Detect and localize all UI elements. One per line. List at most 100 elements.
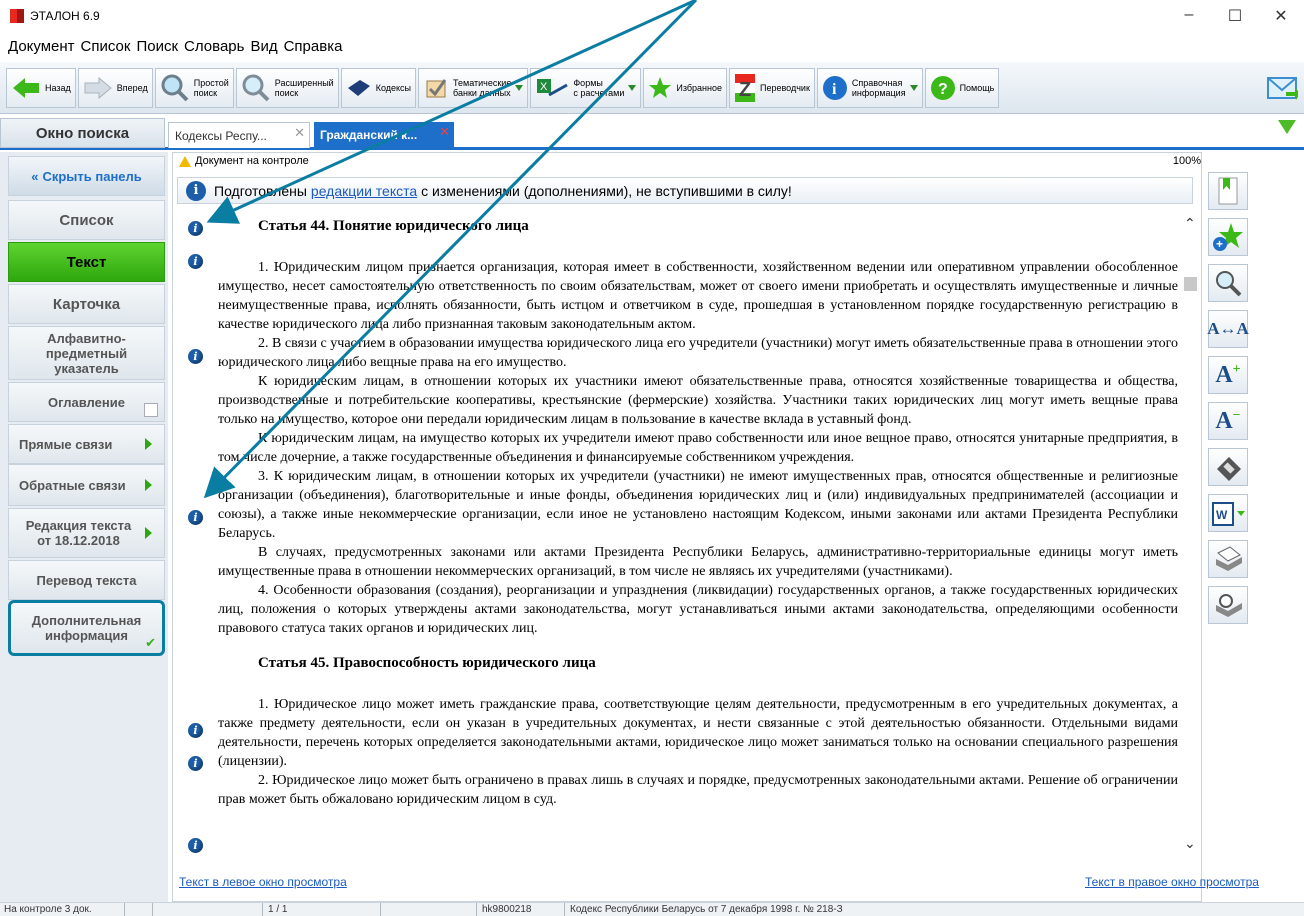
svg-text:i: i xyxy=(832,81,837,98)
menu-list[interactable]: Список xyxy=(81,38,131,55)
menu-search[interactable]: Поиск xyxy=(136,38,178,55)
back-button[interactable]: Назад xyxy=(6,67,76,108)
paragraph: В случаях, предусмотренных законами или … xyxy=(218,545,1178,579)
info-marker-icon[interactable]: i xyxy=(188,221,203,236)
vertical-scrollbar[interactable]: ⌃ ⌄ xyxy=(1181,215,1199,855)
info-marker-icon[interactable]: i xyxy=(188,510,203,525)
tab-codes[interactable]: Кодексы Респу... ✕ xyxy=(168,122,310,148)
bookmark-button[interactable] xyxy=(1208,172,1248,210)
translator-button[interactable]: Z Переводчик xyxy=(729,67,815,108)
thematic-banks-button[interactable]: Тематические банки данных xyxy=(418,67,529,108)
arrow-left-icon xyxy=(13,77,39,98)
search-window-tab[interactable]: Окно поиска xyxy=(0,118,165,148)
maximize-button[interactable]: ☐ xyxy=(1212,6,1258,26)
help-button[interactable]: ? Помощь xyxy=(924,67,1000,108)
print-button[interactable] xyxy=(1208,540,1248,578)
info-marker-icon[interactable]: i xyxy=(188,349,203,364)
tab-civil-code[interactable]: Гражданский к... ✕ xyxy=(314,122,454,148)
dropdown-arrow-icon[interactable] xyxy=(628,84,637,91)
zoom-level: 100% xyxy=(1172,155,1201,167)
info-icon: i xyxy=(822,75,847,100)
extended-search-button[interactable]: Расширенный поиск xyxy=(235,67,339,108)
document-text: Статья 44. Понятие юридического лица 1. … xyxy=(218,211,1178,863)
checkmark-icon: ✔ xyxy=(145,635,156,650)
mail-icon[interactable] xyxy=(1266,72,1298,102)
export-word-button[interactable]: W xyxy=(1208,494,1248,532)
paragraph: К юридическим лицам, на имущество которы… xyxy=(218,431,1178,465)
right-view-link[interactable]: Текст в правое окно просмотра xyxy=(1085,875,1259,889)
hide-panel-button[interactable]: « Скрыть панель xyxy=(8,156,165,196)
excel-forms-icon: X xyxy=(537,78,569,96)
bookmark-icon xyxy=(1218,177,1238,205)
download-arrow-icon[interactable] xyxy=(1278,120,1296,134)
question-icon: ? xyxy=(930,75,955,100)
magnifier-icon xyxy=(1216,271,1242,297)
sidebar-item-direct-links[interactable]: Прямые связи xyxy=(8,424,165,464)
minimize-button[interactable]: – xyxy=(1166,6,1212,26)
simple-search-button[interactable]: Простой поиск xyxy=(154,67,234,108)
codes-button[interactable]: Кодексы xyxy=(340,67,417,108)
warning-icon xyxy=(179,155,191,167)
sidebar-item-toc[interactable]: Оглавление xyxy=(8,382,165,422)
font-increase-icon: A+ xyxy=(1215,361,1241,388)
editions-link[interactable]: редакции текста xyxy=(311,183,417,199)
info-marker-icon[interactable]: i xyxy=(188,838,203,853)
svg-text:?: ? xyxy=(938,81,948,98)
status-bar: На контроле 3 док. 1 / 1 hk9800218 Кодек… xyxy=(0,902,1304,916)
save-button[interactable] xyxy=(1208,448,1248,486)
magnifier-icon xyxy=(161,74,189,101)
find-in-text-button[interactable] xyxy=(1208,264,1248,302)
scroll-thumb[interactable] xyxy=(1184,277,1197,291)
app-logo-icon xyxy=(10,9,24,23)
info-marker-icon[interactable]: i xyxy=(188,254,203,269)
info-icon: i xyxy=(186,180,206,201)
font-size-toggle-button[interactable]: A↔A xyxy=(1207,310,1249,348)
svg-text:X: X xyxy=(540,81,548,93)
left-view-link[interactable]: Текст в левое окно просмотра xyxy=(179,875,347,889)
document-viewer: Документ на контроле 100% i Подготовлены… xyxy=(172,152,1259,902)
favorites-button[interactable]: Избранное xyxy=(643,67,728,108)
svg-text:+: + xyxy=(1216,237,1223,251)
increase-font-button[interactable]: A+ xyxy=(1208,356,1248,394)
reference-info-button[interactable]: i Справочная информация xyxy=(816,67,923,108)
sidebar-item-list[interactable]: Список xyxy=(8,200,165,240)
article-44-title: Статья 44. Понятие юридического лица xyxy=(258,218,529,234)
chevron-up-icon[interactable]: ⌃ xyxy=(1184,215,1196,232)
forward-button[interactable]: Вперед xyxy=(77,67,153,108)
sidebar-item-edition[interactable]: Редакция текста от 18.12.2018 xyxy=(8,508,165,558)
menu-dictionary[interactable]: Словарь xyxy=(184,38,244,55)
menu-help[interactable]: Справка xyxy=(284,38,343,55)
toc-checkbox[interactable] xyxy=(144,403,158,417)
sidebar-item-alphabet-index[interactable]: Алфавитно-предметный указатель xyxy=(8,326,165,380)
control-status: Документ на контроле xyxy=(179,155,309,167)
close-button[interactable]: ✕ xyxy=(1258,6,1304,26)
menu-document[interactable]: Документ xyxy=(8,38,75,55)
decrease-font-button[interactable]: A− xyxy=(1208,402,1248,440)
right-toolbar: + A↔A A+ A− W xyxy=(1207,168,1256,624)
font-resize-icon: A↔A xyxy=(1207,319,1249,338)
edition-banner: i Подготовлены редакции текста с изменен… xyxy=(177,177,1193,204)
menu-view[interactable]: Вид xyxy=(250,38,277,55)
document-name: Кодекс Республики Беларусь от 7 декабря … xyxy=(570,904,843,915)
left-panel: « Скрыть панель Список Текст Карточка Ал… xyxy=(0,152,168,902)
info-marker-icon[interactable]: i xyxy=(188,723,203,738)
dropdown-arrow-icon[interactable] xyxy=(515,84,524,91)
dropdown-arrow-icon[interactable] xyxy=(909,84,918,91)
sidebar-item-translation[interactable]: Перевод текста xyxy=(8,560,165,600)
print-preview-button[interactable] xyxy=(1208,586,1248,624)
add-favorite-button[interactable]: + xyxy=(1208,218,1248,256)
sidebar-item-text[interactable]: Текст xyxy=(8,242,165,282)
close-icon[interactable]: ✕ xyxy=(294,125,305,141)
svg-text:W: W xyxy=(1216,508,1228,522)
forms-button[interactable]: X Формы с расчетами xyxy=(530,67,642,108)
chevron-down-icon[interactable]: ⌄ xyxy=(1184,835,1196,852)
checkmark-book-icon xyxy=(426,78,447,97)
add-star-icon: + xyxy=(1213,223,1243,251)
sidebar-item-back-links[interactable]: Обратные связи xyxy=(8,464,165,506)
close-icon[interactable]: ✕ xyxy=(439,124,450,140)
title-bar: ЭТАЛОН 6.9 – ☐ ✕ xyxy=(0,0,1304,32)
sidebar-item-additional-info[interactable]: Дополнительная информация ✔ xyxy=(8,600,165,656)
sidebar-item-card[interactable]: Карточка xyxy=(8,284,165,324)
article-45-title: Статья 45. Правоспособность юридического… xyxy=(258,655,596,671)
info-marker-icon[interactable]: i xyxy=(188,756,203,771)
